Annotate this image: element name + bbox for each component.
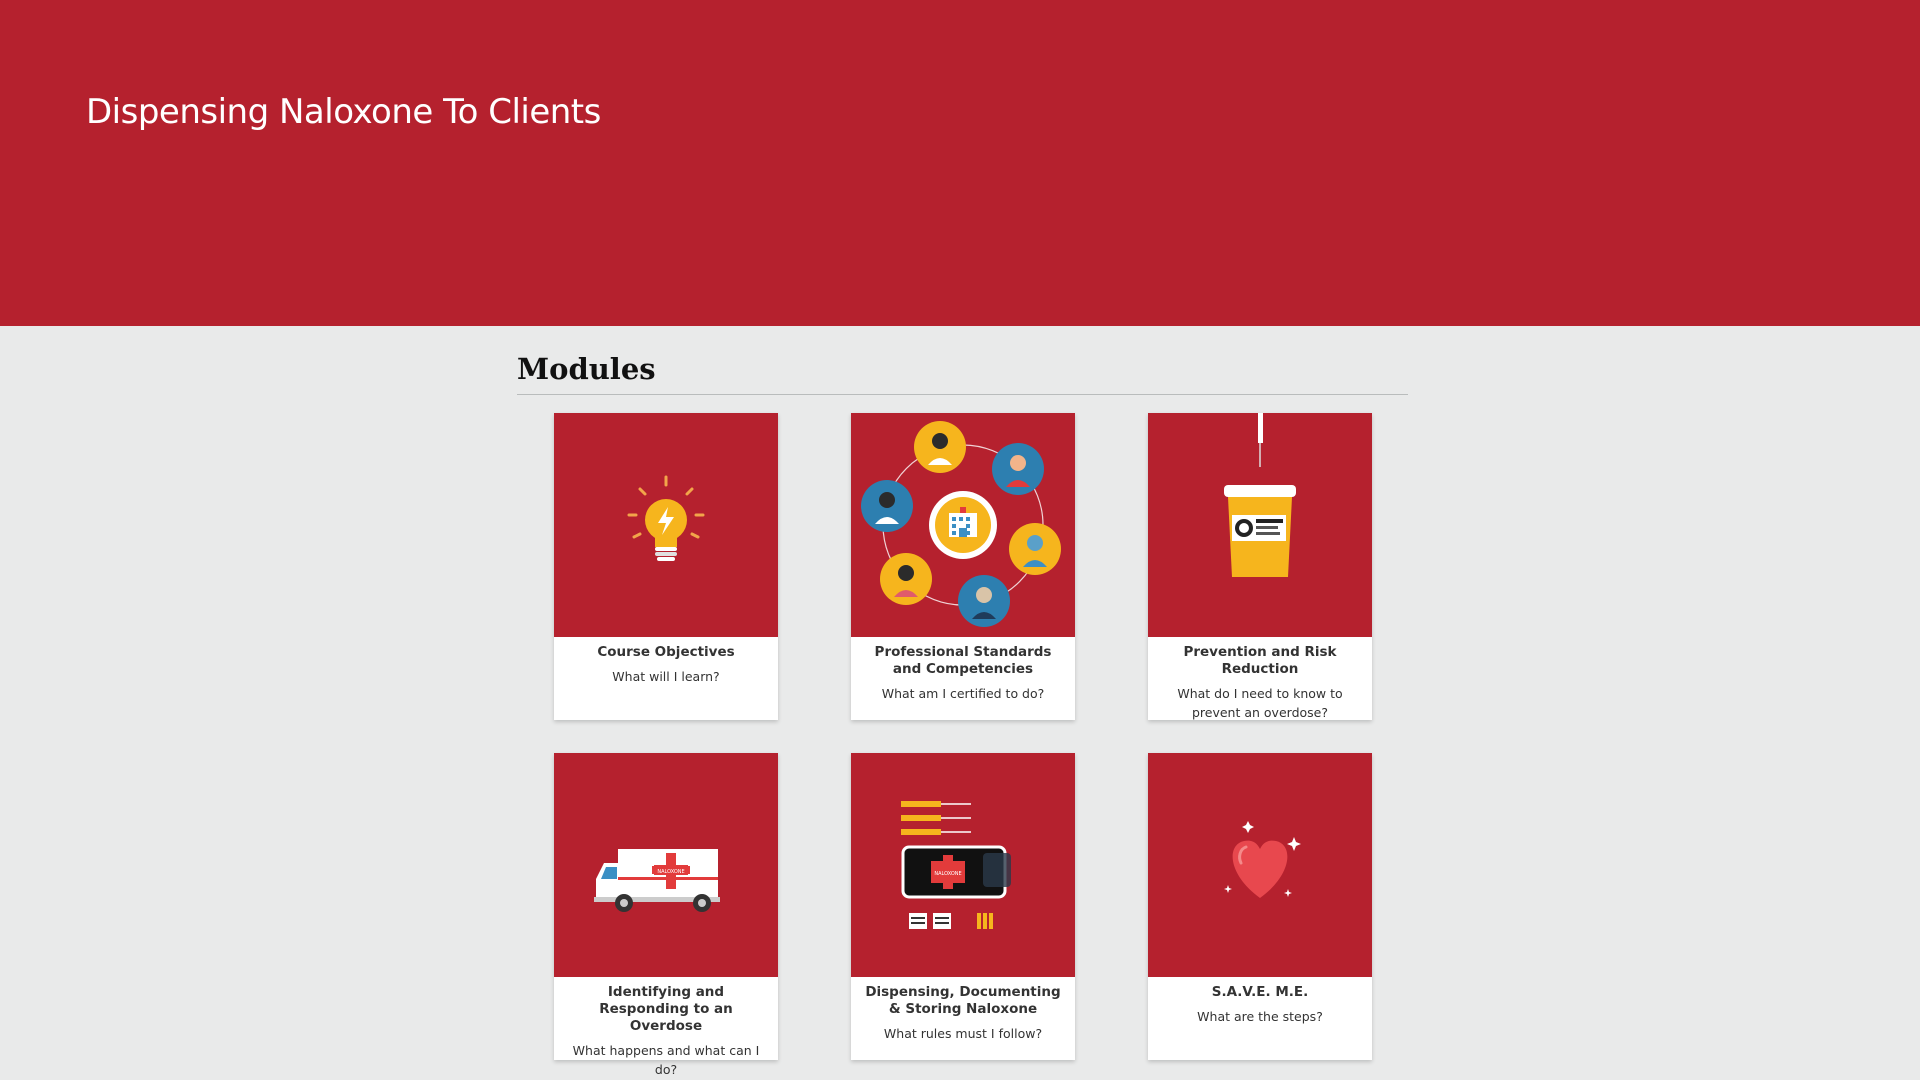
- card-title: Course Objectives: [597, 644, 735, 660]
- card-title: Prevention and Risk Reduction: [1183, 644, 1337, 677]
- module-card-course-objectives[interactable]: Course Objectives What will I learn?: [554, 413, 778, 720]
- card-title: Identifying and Responding to an Overdos…: [599, 984, 733, 1034]
- card-image: [554, 413, 778, 637]
- card-title: S.A.V.E. M.E.: [1211, 984, 1309, 1000]
- card-subtitle: What happens and what can I do?: [572, 1043, 760, 1077]
- card-image: [1148, 753, 1372, 977]
- healthcare-team-icon: [861, 421, 1061, 627]
- page-header: Dispensing Naloxone To Clients: [0, 0, 1920, 326]
- card-subtitle: What do I need to know to prevent an ove…: [1177, 686, 1343, 720]
- card-image: [851, 413, 1075, 637]
- module-card-prevention[interactable]: Prevention and Risk Reduction What do I …: [1148, 413, 1372, 720]
- ambulance-icon: NALOXONE: [594, 849, 720, 912]
- module-card-professional-standards[interactable]: Professional Standards and Competencies …: [851, 413, 1075, 720]
- modules-section: Modules: [517, 352, 1408, 395]
- card-subtitle: What am I certified to do?: [881, 686, 1045, 701]
- card-subtitle: What rules must I follow?: [883, 1026, 1043, 1041]
- sharps-container-icon: [1224, 413, 1296, 577]
- module-card-overdose[interactable]: NALOXONE Identifying and Responding to a…: [554, 753, 778, 1077]
- naloxone-kit-icon: NALOXONE: [901, 801, 1011, 929]
- page-title: Dispensing Naloxone To Clients: [86, 92, 601, 132]
- card-subtitle: What will I learn?: [612, 669, 720, 684]
- heart-icon: [1224, 821, 1301, 898]
- card-image: NALOXONE: [851, 753, 1075, 977]
- card-title: Professional Standards and Competencies: [874, 644, 1052, 677]
- ambulance-label: NALOXONE: [657, 869, 684, 875]
- kit-label: NALOXONE: [934, 871, 961, 877]
- card-subtitle: What are the steps?: [1197, 1009, 1323, 1024]
- card-image: NALOXONE: [554, 753, 778, 977]
- module-card-save-me[interactable]: S.A.V.E. M.E. What are the steps?: [1148, 753, 1372, 1060]
- module-card-dispensing[interactable]: NALOXONE Dispensing, Documenting & Stori…: [851, 753, 1075, 1060]
- lightbulb-icon: [627, 475, 705, 561]
- card-image: [1148, 413, 1372, 637]
- card-title: Dispensing, Documenting & Storing Naloxo…: [865, 984, 1061, 1017]
- modules-heading: Modules: [517, 352, 1408, 395]
